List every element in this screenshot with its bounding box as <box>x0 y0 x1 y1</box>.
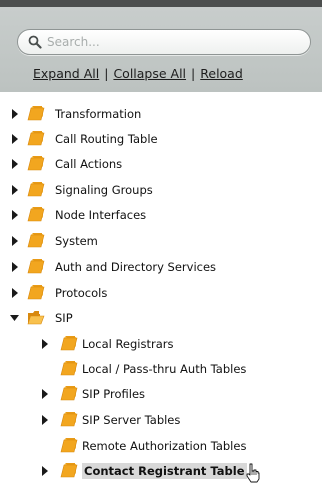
expand-all-link[interactable]: Expand All <box>33 66 99 81</box>
folder-icon <box>60 438 78 453</box>
tree-item-remote-authorization-tables[interactable]: Remote Authorization Tables <box>0 435 322 457</box>
tree-item-label: Local Registrars <box>82 337 174 351</box>
tree-item-label: SIP <box>55 311 73 325</box>
tree-actions: Expand All | Collapse All | Reload <box>33 66 243 81</box>
folder-icon <box>27 207 45 222</box>
tree-item-label: SIP Server Tables <box>82 413 181 427</box>
collapsed-arrow-icon[interactable] <box>10 210 20 220</box>
collapsed-arrow-icon[interactable] <box>40 339 50 349</box>
tree-item-label: System <box>55 234 98 248</box>
tree-item-label: Node Interfaces <box>55 208 147 222</box>
tree-item-protocols[interactable]: Protocols <box>0 282 322 304</box>
tree-item-label: Signaling Groups <box>55 183 153 197</box>
tree-item-label: Remote Authorization Tables <box>82 439 247 453</box>
top-panel: Expand All | Collapse All | Reload <box>0 0 322 92</box>
folder-icon <box>60 361 78 376</box>
folder-icon <box>27 131 45 146</box>
search-box[interactable] <box>17 29 311 55</box>
collapsed-arrow-icon[interactable] <box>10 185 20 195</box>
collapsed-arrow-icon[interactable] <box>40 389 50 399</box>
collapsed-arrow-icon[interactable] <box>40 466 50 476</box>
tree-item-local-pass-thru-auth-tables[interactable]: Local / Pass-thru Auth Tables <box>0 358 322 380</box>
tree-item-label: SIP Profiles <box>82 387 146 401</box>
tree-item-label: Auth and Directory Services <box>55 260 217 274</box>
open-folder-icon <box>27 311 45 325</box>
top-divider <box>0 0 322 7</box>
tree-item-call-actions[interactable]: Call Actions <box>0 153 322 175</box>
tree-item-sip-profiles[interactable]: SIP Profiles <box>0 383 322 405</box>
search-icon <box>28 35 42 49</box>
tree-item-local-registrars[interactable]: Local Registrars <box>0 333 322 355</box>
reload-link[interactable]: Reload <box>200 66 243 81</box>
tree-item-call-routing-table[interactable]: Call Routing Table <box>0 128 322 150</box>
tree-item-transformation[interactable]: Transformation <box>0 103 322 125</box>
collapsed-arrow-icon[interactable] <box>10 236 20 246</box>
tree-item-label: Contact Registrant Table <box>82 463 247 479</box>
tree-item-signaling-groups[interactable]: Signaling Groups <box>0 179 322 201</box>
tree-item-auth-and-directory-services[interactable]: Auth and Directory Services <box>0 256 322 278</box>
expanded-arrow-icon[interactable] <box>10 313 20 323</box>
tree-item-label: Call Routing Table <box>55 132 158 146</box>
collapsed-arrow-icon[interactable] <box>10 109 20 119</box>
folder-icon <box>60 336 78 351</box>
folder-icon <box>60 463 78 478</box>
folder-icon <box>60 412 78 427</box>
tree-item-label: Transformation <box>55 107 142 121</box>
collapsed-arrow-icon[interactable] <box>10 262 20 272</box>
collapsed-arrow-icon[interactable] <box>10 159 20 169</box>
folder-icon <box>27 182 45 197</box>
folder-icon <box>27 106 45 121</box>
collapsed-arrow-icon[interactable] <box>10 134 20 144</box>
collapsed-arrow-icon[interactable] <box>10 288 20 298</box>
tree-item-sip-server-tables[interactable]: SIP Server Tables <box>0 409 322 431</box>
tree-item-node-interfaces[interactable]: Node Interfaces <box>0 204 322 226</box>
tree-item-label: Call Actions <box>55 157 123 171</box>
tree-item-sip[interactable]: SIP <box>0 307 322 329</box>
separator: | <box>191 66 196 81</box>
folder-icon <box>60 386 78 401</box>
folder-icon <box>27 285 45 300</box>
hand-cursor-icon <box>246 463 260 483</box>
tree-item-contact-registrant-table[interactable]: Contact Registrant Table <box>0 460 322 483</box>
tree-item-system[interactable]: System <box>0 230 322 252</box>
tree-item-label: Local / Pass-thru Auth Tables <box>82 362 247 376</box>
search-input[interactable] <box>47 33 297 51</box>
folder-icon <box>27 156 45 171</box>
folder-icon <box>27 233 45 248</box>
tree-item-label: Protocols <box>55 286 108 300</box>
separator: | <box>104 66 109 81</box>
folder-icon <box>27 259 45 274</box>
collapsed-arrow-icon[interactable] <box>40 415 50 425</box>
collapse-all-link[interactable]: Collapse All <box>113 66 186 81</box>
